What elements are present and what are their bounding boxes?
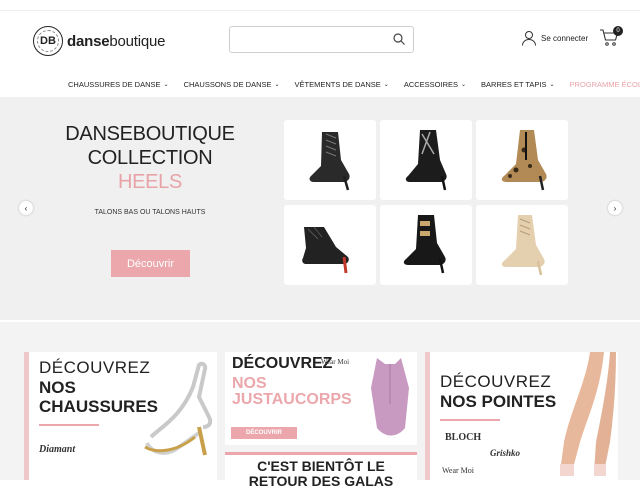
user-icon [522,31,536,46]
promo-gala-card[interactable]: C'EST BIENTÔT LE RETOUR DES GALAS [225,452,417,489]
brand-wear-moi-logo: Wear Moi [321,358,350,366]
chevron-down-icon: ⌄ [274,81,280,88]
product-tile[interactable] [476,120,568,200]
product-tile[interactable] [284,120,376,200]
product-grid [284,120,569,290]
product-tile[interactable] [284,205,376,285]
promo-leotards-line1: DÉCOUVREZ [232,355,333,372]
chevron-down-icon: ⌄ [383,81,389,88]
heel-boot-lace-black-image [309,132,350,191]
promo-leotards-card[interactable]: DÉCOUVREZ NOS JUSTAUCORPS DÉCOUVRIR Wear… [225,352,417,445]
account-link[interactable]: Se connecter [521,30,588,46]
cart-count-badge: 0 [613,26,623,36]
nav-item-barres-et-tapis[interactable]: BARRES ET TAPIS ⌄ [481,75,554,93]
product-tile[interactable] [380,205,472,285]
promo-shoes-card[interactable]: DÉCOUVREZ NOS CHAUSSURES Diamant [24,352,217,480]
heel-boot-nude-image [501,215,545,276]
heel-bootie-buckle-image [403,215,446,274]
brand-wear-moi-logo: Wear Moi [442,466,475,475]
account-label: Se connecter [541,33,589,43]
logo-badge-icon: DB [33,26,63,56]
promo-gala-line2: RETOUR DES GALAS [248,473,394,489]
brand-diamant-logo: Diamant [39,444,76,455]
heel-boot-leopard-image [501,130,547,191]
search-input[interactable] [229,26,414,53]
promo-divider [440,419,500,421]
discover-button[interactable]: Découvrir [111,250,190,277]
hero-subtitle: TALONS BAS OU TALONS HAUTS [94,209,206,216]
site-logo[interactable]: DB danseboutique [33,26,166,56]
promo-divider [39,424,99,426]
heel-bootie-red-sole-image [302,226,349,274]
chevron-down-icon: ⌄ [163,81,169,88]
hero-title: DANSEBOUTIQUE COLLECTION HEELS [65,123,235,193]
main-nav: CHAUSSURES DE DANSE ⌄ CHAUSSONS DE DANSE ⌄… [0,75,640,93]
promo-gala-line1: C'EST BIENTÔT LE [257,458,385,474]
promo-pointes-card[interactable]: DÉCOUVREZ NOS POINTES BLOCH Grishko Wear… [425,352,618,480]
nav-item-vetements-de-danse[interactable]: VÊTEMENTS DE DANSE ⌄ [295,75,389,93]
ballroom-shoe-image [144,361,213,456]
heel-boot-sparkle-image [405,130,447,191]
leotard-image [371,358,409,436]
site-header: DB danseboutique Se connecter 0 [0,11,640,69]
search-icon[interactable] [393,33,405,45]
cart-button[interactable]: 0 [599,26,623,49]
nav-item-chaussons-de-danse[interactable]: CHAUSSONS DE DANSE ⌄ [184,75,280,93]
nav-item-programme-ecole[interactable]: PROGRAMME ÉCOLE [570,75,640,93]
carousel-next-icon[interactable]: › [608,201,622,215]
chevron-down-icon: ⌄ [461,81,467,88]
nav-item-accessoires[interactable]: ACCESSOIRES ⌄ [404,75,466,93]
chevron-down-icon: ⌄ [549,81,555,88]
nav-item-chaussures-de-danse[interactable]: CHAUSSURES DE DANSE ⌄ [68,75,169,93]
top-strip [0,0,640,11]
product-tile[interactable] [380,120,472,200]
promo-discover-button[interactable]: DÉCOUVRIR [231,427,297,439]
carousel-prev-icon[interactable]: ‹ [19,201,33,215]
brand-bloch-logo: BLOCH [445,432,482,443]
pointe-feet-image [560,352,616,476]
logo-text: danseboutique [67,32,166,50]
brand-grishko-logo: Grishko [490,448,521,458]
hero-banner: DANSEBOUTIQUE COLLECTION HEELS TALONS BA… [0,97,640,320]
product-tile[interactable] [476,205,568,285]
promo-leotards-line2: NOS JUSTAUCORPS [232,375,352,408]
